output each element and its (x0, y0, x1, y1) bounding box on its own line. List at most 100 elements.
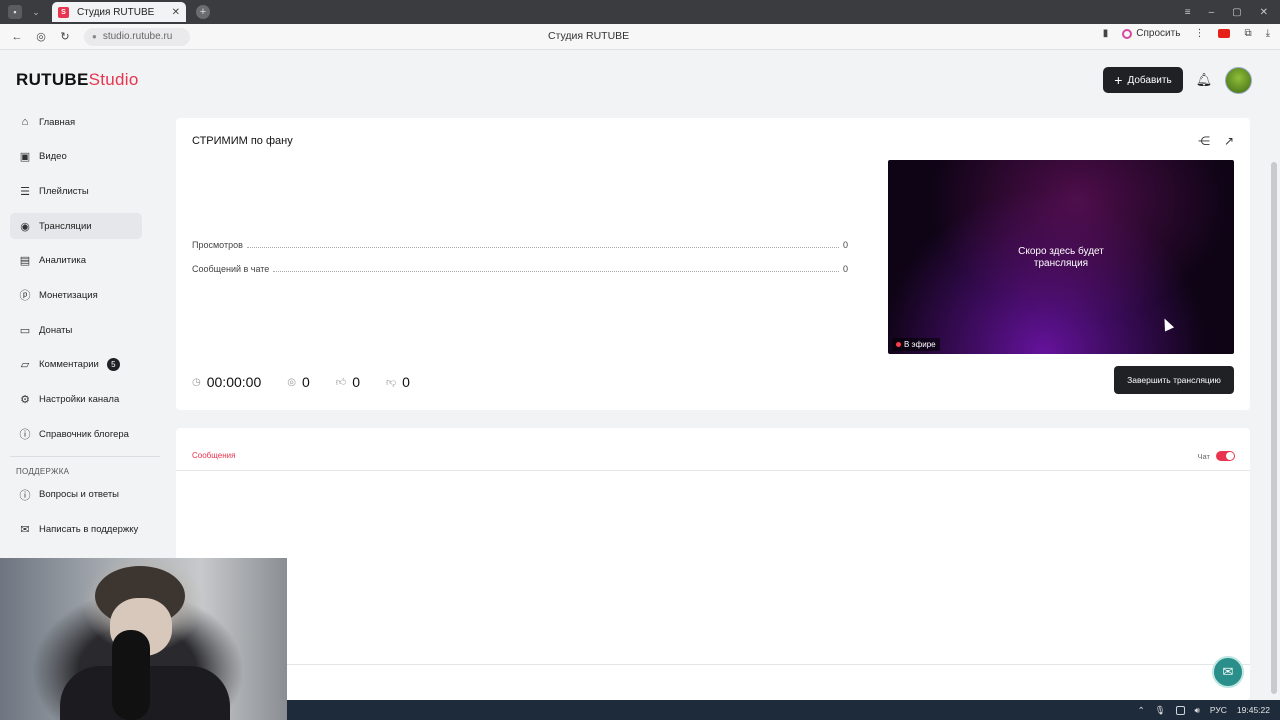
ask-button[interactable]: Спросить (1122, 28, 1180, 39)
sidebar-item-broadcasts[interactable]: ◉ Трансляции (10, 213, 142, 240)
logo-main: RUTUBE (16, 70, 89, 89)
sidebar-item-faq[interactable]: ⓘ Вопросы и ответы (10, 482, 142, 508)
download-icon[interactable]: ⤓ (1266, 28, 1270, 39)
menu-icon[interactable]: ≡ (1185, 7, 1191, 18)
sidebar-item-monetization[interactable]: ⓟ Монетизация (10, 282, 142, 308)
shield-icon[interactable]: ◎ (34, 30, 48, 44)
tray-language[interactable]: РУС (1210, 705, 1227, 715)
url-text: studio.rutube.ru (102, 31, 173, 42)
alice-icon (1122, 28, 1133, 39)
address-bar: ← ◎ ↻ ● studio.rutube.ru Студия RUTUBE ▮… (0, 24, 1280, 50)
sidebar-item-label: Настройки канала (39, 394, 120, 405)
webcam-overlay (0, 558, 287, 720)
scrollbar-thumb[interactable] (1271, 162, 1277, 694)
back-icon[interactable]: ← (10, 30, 24, 44)
stat-label: Сообщений в чате (192, 264, 270, 274)
external-link-icon[interactable]: ↗ (1224, 134, 1234, 148)
sidebar-item-channel-settings[interactable]: ⚙ Настройки канала (10, 387, 142, 413)
support-section-label: ПОДДЕРЖКА (16, 466, 70, 476)
chat-input-divider (176, 664, 1250, 665)
close-tab-icon[interactable]: ✕ (172, 7, 180, 18)
thumbs-down-icon: 👎︎ (386, 377, 397, 388)
tray-chevron-icon[interactable]: ⌃ (1138, 705, 1145, 716)
maximize-icon[interactable]: ▢ (1232, 7, 1241, 18)
comments-icon: ▱ (20, 359, 30, 372)
microphone-icon (112, 630, 150, 720)
sidebar-item-label: Монетизация (39, 289, 98, 301)
sidebar-item-contact-support[interactable]: ✉ Написать в поддержку (10, 517, 142, 543)
monetization-icon: ⓟ (19, 290, 31, 303)
toggle-knob (1226, 452, 1234, 460)
chat-bubble-icon: ✉ (1222, 664, 1234, 679)
extensions-icon[interactable]: ⧉ (1244, 28, 1251, 39)
end-broadcast-button[interactable]: Завершить трансляцию (1114, 366, 1234, 394)
browser-tab-title: Студия RUTUBE (77, 6, 155, 18)
sidebar: ⌂ Главная ▣ Видео ☰ Плейлисты ◉ Трансляции ▤… (10, 109, 160, 551)
close-window-icon[interactable]: ✕ (1260, 7, 1268, 18)
add-button[interactable]: + Добавить (1103, 67, 1183, 93)
preview-message: Скоро здесь будет трансляция (1018, 246, 1104, 269)
chat-toggle[interactable] (1216, 451, 1235, 461)
address-bar-actions: ▮ Спросить ⋮ ⧉ ⤓ (1103, 28, 1270, 39)
sidebar-item-label: Комментарии (39, 359, 99, 371)
page-scrollbar[interactable] (1268, 50, 1280, 700)
live-dot-icon (896, 342, 901, 347)
tray-network-icon[interactable] (1175, 705, 1185, 715)
sidebar-divider (10, 455, 160, 457)
clock-icon: ◷ (192, 376, 201, 388)
support-chat-button[interactable]: ✉ (1212, 656, 1244, 688)
live-label: В эфире (904, 340, 936, 349)
browser-tab[interactable]: S Студия RUTUBE ✕ (52, 2, 186, 22)
tab-messages[interactable]: Сообщения (192, 451, 235, 460)
comments-count-badge: 5 (106, 358, 120, 372)
broadcast-icon: ◉ (20, 220, 30, 233)
stat-label: Просмотров (192, 240, 243, 250)
mouse-cursor-icon (1159, 316, 1175, 332)
live-badge: В эфире (892, 338, 940, 351)
analytics-icon: ▤ (19, 255, 31, 268)
sidebar-item-video[interactable]: ▣ Видео (10, 144, 142, 170)
more-icon[interactable]: ⋮ (1194, 28, 1204, 39)
reload-icon[interactable]: ↻ (58, 30, 72, 44)
rutube-favicon-icon: S (58, 6, 69, 18)
stream-preview[interactable]: Скоро здесь будет трансляция В эфире (888, 160, 1234, 354)
chevron-down-icon[interactable]: ⌄ (30, 6, 42, 18)
bookmark-icon[interactable]: ▮ (1103, 28, 1109, 39)
browser-tab-bar: ▪ ⌄ S Студия RUTUBE ✕ + ≡ – ▢ ✕ (0, 0, 1280, 24)
sidebar-item-label: Вопросы и ответы (39, 489, 120, 501)
home-icon: ⌂ (21, 116, 29, 128)
sidebar-item-blogger-guide[interactable]: ⓘ Справочник блогера (10, 421, 142, 447)
ask-label: Спросить (1136, 28, 1181, 39)
sidebar-item-label: Донаты (39, 324, 73, 336)
logo-studio: Studio (88, 70, 139, 89)
video-icon: ▣ (19, 151, 31, 164)
new-tab-icon[interactable]: + (196, 5, 210, 19)
youtube-icon[interactable] (1218, 29, 1231, 38)
url-field[interactable]: ● studio.rutube.ru (84, 27, 190, 46)
sidebar-item-home[interactable]: ⌂ Главная (10, 109, 142, 135)
sidebar-item-label: Видео (39, 151, 67, 163)
tray-mic-icon[interactable]: 🎙︎ (1155, 705, 1166, 716)
avatar[interactable] (1225, 67, 1252, 94)
stat-chat-messages: Сообщений в чате 0 (192, 262, 848, 274)
share-icon[interactable]: ⋲ (1198, 134, 1210, 148)
sidebar-item-playlists[interactable]: ☰ Плейлисты (10, 178, 142, 204)
workspace-icon[interactable]: ▪ (8, 5, 22, 19)
tray-volume-icon[interactable]: 🔊︎ (1195, 705, 1200, 716)
rutube-studio-logo[interactable]: RUTUBEStudio (16, 70, 139, 90)
minimize-icon[interactable]: – (1209, 7, 1215, 18)
tab-divider (176, 470, 1250, 471)
window-controls: ≡ – ▢ ✕ (1185, 0, 1280, 24)
stat-leader-dots (246, 247, 839, 248)
stream-card: СТРИМИМ по фану ⋲ ↗ Просмотров 0 Сообщен… (176, 118, 1250, 410)
tray-clock[interactable]: 19:45:22 (1237, 705, 1270, 715)
sidebar-item-comments[interactable]: ▱ Комментарии 5 (10, 352, 142, 378)
donations-icon: ▭ (19, 324, 31, 337)
sidebar-item-analytics[interactable]: ▤ Аналитика (10, 248, 142, 274)
sidebar-item-donations[interactable]: ▭ Донаты (10, 317, 142, 343)
add-button-label: Добавить (1127, 74, 1172, 86)
bell-icon[interactable]: 🔔︎ (1196, 72, 1213, 88)
sidebar-item-label: Справочник блогера (39, 428, 129, 440)
stat-leader-dots (273, 271, 839, 272)
lock-icon: ● (92, 32, 97, 41)
